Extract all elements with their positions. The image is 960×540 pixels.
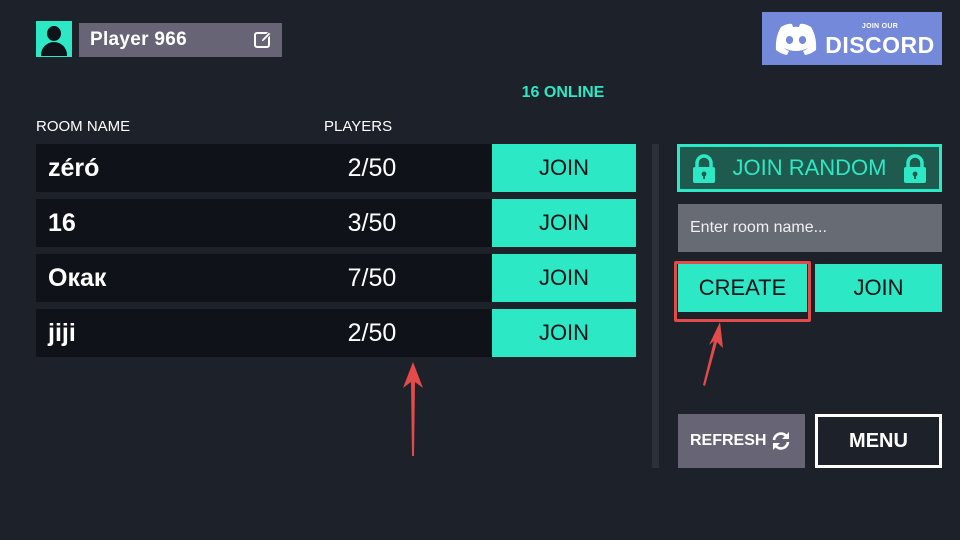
- refresh-icon: [773, 432, 790, 450]
- room-player-count: 2/50: [347, 319, 397, 347]
- discord-logo-icon: [775, 23, 817, 55]
- edit-icon[interactable]: [253, 30, 273, 50]
- join-room-button[interactable]: JOIN: [492, 254, 636, 302]
- column-header-players: PLAYERS: [324, 118, 393, 135]
- room-name: 16: [48, 209, 76, 237]
- lock-icon: [693, 154, 715, 183]
- room-player-count: 3/50: [347, 209, 397, 237]
- join-by-name-button[interactable]: JOIN: [815, 264, 942, 312]
- lobby-screen: Player 966 JOIN OUR DISCORD 16 ONLINE RO…: [0, 0, 960, 540]
- discord-join-our-text: JOIN OUR: [861, 23, 899, 30]
- room-name-input[interactable]: [678, 204, 942, 252]
- avatar-body-shape: [41, 42, 67, 56]
- room-player-count: 7/50: [347, 264, 397, 292]
- menu-button[interactable]: MENU: [815, 414, 942, 468]
- room-row-background: [36, 199, 492, 247]
- player-name-field[interactable]: Player 966: [79, 23, 282, 57]
- room-row-background: [36, 309, 492, 357]
- join-room-button[interactable]: JOIN: [492, 309, 636, 357]
- refresh-button[interactable]: REFRESH: [678, 414, 805, 468]
- create-highlight-box: [674, 261, 811, 322]
- player-name: Player 966: [90, 29, 188, 50]
- room-row-background: [36, 144, 492, 192]
- panel-divider: [652, 144, 659, 468]
- avatar-head-shape: [47, 26, 61, 41]
- refresh-label: REFRESH: [690, 432, 767, 449]
- room-name: jiji: [48, 319, 76, 347]
- room-row: Окак 7/50 JOIN: [36, 254, 636, 302]
- avatar[interactable]: [36, 21, 72, 57]
- join-room-button[interactable]: JOIN: [492, 199, 636, 247]
- annotation-arrow-up-icon: [403, 362, 423, 456]
- room-name: Окак: [48, 264, 107, 292]
- room-name: zéró: [48, 154, 100, 182]
- annotation-arrow-up-icon: [703, 322, 723, 386]
- join-random-button[interactable]: JOIN RANDOM: [677, 144, 942, 192]
- room-player-count: 2/50: [347, 154, 397, 182]
- join-room-button[interactable]: JOIN: [492, 144, 636, 192]
- column-header-room-name: ROOM NAME: [36, 118, 131, 135]
- join-random-label: JOIN RANDOM: [732, 155, 887, 180]
- room-row: jiji 2/50 JOIN: [36, 309, 636, 357]
- lock-icon: [904, 154, 926, 183]
- online-count: 16 ONLINE: [521, 84, 605, 101]
- discord-title: DISCORD: [825, 32, 935, 58]
- room-row: zéró 2/50 JOIN: [36, 144, 636, 192]
- discord-banner[interactable]: JOIN OUR DISCORD: [762, 12, 942, 65]
- room-row: 16 3/50 JOIN: [36, 199, 636, 247]
